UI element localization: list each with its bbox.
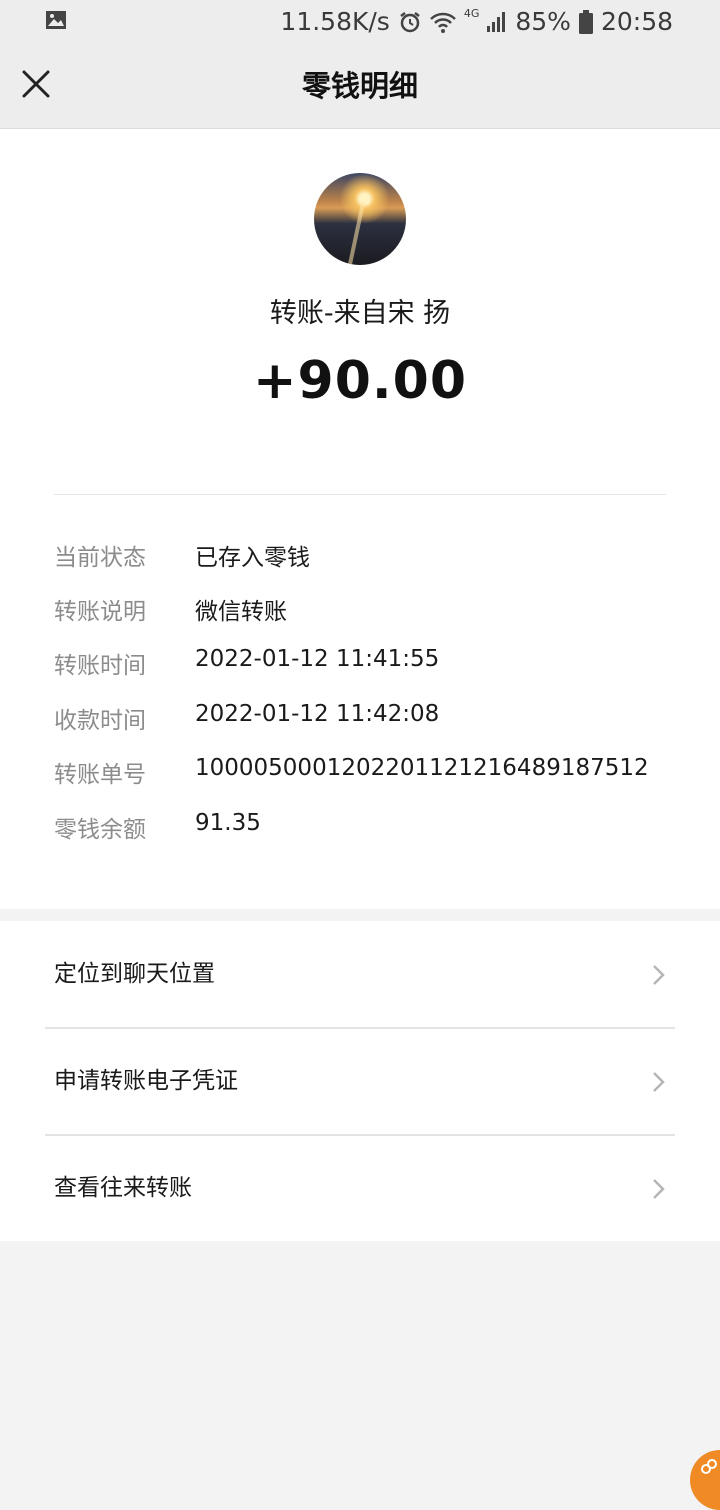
battery-percent: 85% — [515, 7, 571, 36]
signal-icon — [487, 11, 506, 32]
chevron-right-icon — [653, 1072, 665, 1092]
status-bar: 11.58K/s 4G 85% 20:58 — [0, 0, 720, 44]
detail-value: 已存入零钱 — [195, 545, 310, 571]
locate-chat-button[interactable]: 定位到聊天位置 — [0, 921, 720, 1027]
detail-value: 微信转账 — [195, 599, 287, 625]
action-menu: 定位到聊天位置 申请转账电子凭证 查看往来转账 — [0, 921, 720, 1241]
nav-bar: 零钱明细 — [0, 44, 720, 129]
detail-label: 转账说明 — [54, 599, 146, 625]
menu-label: 定位到聊天位置 — [54, 961, 215, 987]
chevron-right-icon — [653, 965, 665, 985]
avatar-ray — [346, 201, 366, 265]
battery-icon — [578, 9, 593, 34]
divider — [54, 494, 666, 495]
network-type: 4G — [463, 7, 480, 20]
detail-row-note: 转账说明 微信转账 — [54, 592, 287, 632]
transfer-source: 转账-来自宋 扬 — [269, 298, 451, 329]
detail-row-balance: 零钱余额 91.35 — [54, 810, 261, 850]
clock: 20:58 — [600, 7, 673, 36]
detail-value: 2022-01-12 11:42:08 — [195, 701, 440, 727]
detail-label: 转账单号 — [54, 762, 146, 788]
chevron-right-icon — [653, 1179, 665, 1199]
close-icon[interactable] — [16, 64, 56, 104]
network-speed: 11.58K/s — [280, 7, 390, 36]
avatar[interactable] — [314, 173, 406, 265]
alarm-icon — [400, 11, 420, 32]
detail-row-receive-time: 收款时间 2022-01-12 11:42:08 — [54, 701, 439, 741]
view-transfers-button[interactable]: 查看往来转账 — [0, 1135, 720, 1241]
page-title: 零钱明细 — [301, 69, 418, 103]
detail-label: 转账时间 — [54, 653, 146, 679]
status-right: 11.58K/s 4G 85% 20:58 — [280, 7, 673, 36]
menu-label: 申请转账电子凭证 — [54, 1068, 238, 1094]
detail-value: 91.35 — [195, 810, 261, 836]
detail-label: 零钱余额 — [54, 817, 146, 843]
detail-row-transfer-time: 转账时间 2022-01-12 11:41:55 — [54, 646, 439, 686]
detail-row-transaction-id: 转账单号 100005000120220112121648918751‌2 — [54, 755, 649, 795]
transfer-card: 转账-来自宋 扬 +90.00 当前状态 已存入零钱 转账说明 微信转账 转账时… — [0, 129, 720, 909]
detail-value: 2022-01-12 11:41:55 — [195, 646, 440, 672]
wifi-icon — [429, 12, 456, 33]
floating-link-button[interactable] — [690, 1450, 720, 1510]
gallery-icon — [46, 11, 66, 29]
link-icon — [701, 1459, 717, 1474]
detail-row-status: 当前状态 已存入零钱 — [54, 538, 310, 578]
menu-label: 查看往来转账 — [54, 1175, 192, 1201]
detail-label: 当前状态 — [54, 545, 146, 571]
detail-label: 收款时间 — [54, 708, 146, 734]
detail-value[interactable]: 100005000120220112121648918751‌2 — [195, 755, 649, 795]
transfer-amount: +90.00 — [252, 351, 468, 411]
request-receipt-button[interactable]: 申请转账电子凭证 — [0, 1028, 720, 1134]
